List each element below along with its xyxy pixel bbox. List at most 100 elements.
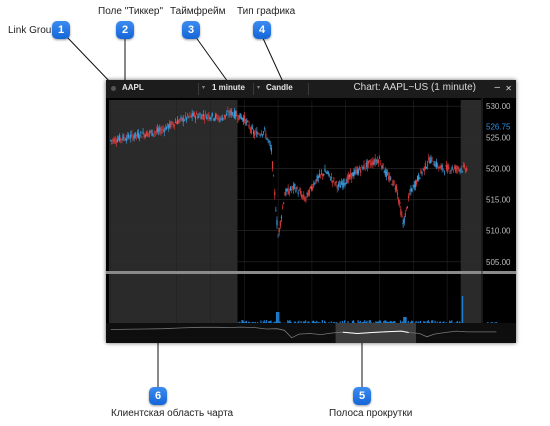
candle-body	[324, 168, 326, 172]
candle-body	[210, 117, 212, 120]
ticker-field[interactable]: AAPL	[122, 83, 144, 92]
candle-body	[220, 116, 222, 117]
candle-body	[458, 168, 460, 170]
candle-body	[408, 195, 410, 199]
candle-body	[332, 180, 334, 184]
toolbar-divider	[308, 83, 309, 95]
candle-body	[322, 173, 324, 177]
candle-body	[119, 135, 121, 142]
candle-body	[162, 129, 164, 130]
candle-body	[425, 167, 428, 169]
candle-body	[366, 161, 368, 168]
candle-body	[221, 117, 223, 121]
chart-type-chevron-icon[interactable]: ▾	[257, 84, 260, 91]
candle-body	[347, 174, 349, 180]
candle-body	[279, 221, 281, 227]
candle-body	[276, 219, 278, 226]
candle-body	[410, 188, 412, 192]
candle-body	[187, 114, 189, 117]
toolbar-divider	[198, 83, 199, 95]
candle-body	[156, 128, 159, 132]
candle-body	[164, 126, 166, 131]
candle-body	[285, 189, 287, 195]
candle-body	[170, 122, 172, 128]
candle-body	[392, 180, 394, 186]
candle-body	[317, 176, 319, 179]
candle-body	[172, 123, 174, 126]
candle-body	[291, 186, 294, 188]
candle-body	[454, 166, 457, 172]
candle-body	[354, 170, 356, 174]
candle-body	[364, 167, 366, 169]
timeframe-chevron-icon[interactable]: ▾	[202, 84, 205, 91]
candle-body	[248, 124, 250, 128]
candle-body	[373, 162, 375, 165]
candle-body	[398, 199, 400, 203]
candle-body	[404, 212, 406, 218]
candle-body	[365, 162, 367, 167]
candle-body	[384, 169, 386, 175]
candle-body	[219, 118, 221, 122]
candle-body	[127, 134, 130, 138]
candle-body	[155, 130, 158, 132]
candle-body	[437, 164, 439, 168]
candle-body	[375, 160, 377, 162]
candle-body	[374, 158, 376, 164]
candle-body	[169, 122, 171, 127]
chart-client-area[interactable]: 530.00 525.00 520.00 515.00 510.00 505.00 526.…	[106, 98, 516, 343]
candle-body	[432, 164, 434, 165]
candle-body	[267, 139, 269, 141]
candle-body	[434, 163, 437, 167]
link-group-icon[interactable]	[111, 86, 116, 91]
candle-body	[181, 117, 183, 121]
candle-body	[336, 186, 338, 189]
candle-body	[296, 186, 298, 190]
scrollbar-navigator[interactable]	[106, 323, 516, 343]
candle-body	[133, 136, 135, 139]
candle-body	[302, 194, 304, 197]
candle-body	[113, 138, 115, 143]
candle-body	[339, 185, 342, 188]
candle-body	[422, 168, 424, 170]
chart-type-selector[interactable]: Candle	[266, 83, 293, 92]
candle-body	[175, 122, 178, 124]
candle-body	[430, 157, 432, 163]
timeframe-selector[interactable]: 1 minute	[212, 83, 245, 92]
candle-body	[337, 184, 339, 187]
candle-body	[192, 112, 194, 117]
candle-body	[223, 114, 226, 118]
candle-body	[350, 172, 352, 177]
candle-body	[298, 190, 300, 191]
candle-body	[135, 134, 137, 136]
candle-body	[405, 207, 408, 209]
candle-body	[420, 169, 422, 174]
candle-body	[372, 160, 374, 166]
candle-body	[466, 167, 468, 172]
candle-body	[203, 118, 206, 120]
candle-body	[242, 117, 245, 122]
candle-body	[293, 184, 295, 190]
candle-body	[353, 171, 355, 177]
candle-body	[380, 163, 382, 165]
candle-body	[180, 116, 182, 118]
minimize-icon[interactable]: –	[494, 82, 500, 93]
candle-body	[134, 132, 136, 138]
candle-body	[171, 121, 173, 124]
candle-body	[443, 171, 445, 173]
candle-body	[245, 119, 247, 125]
candle-body	[136, 132, 139, 136]
candle-body	[289, 186, 291, 191]
candle-body	[439, 166, 441, 169]
candle-body	[319, 174, 322, 176]
candle-body	[371, 161, 373, 165]
candle-body	[177, 119, 179, 125]
candle-body	[257, 133, 259, 134]
price-tick-label: 525.00	[486, 133, 511, 142]
candle-body	[207, 114, 209, 117]
candle-body	[194, 116, 197, 119]
candle-body	[154, 131, 156, 133]
candle-body	[362, 166, 364, 171]
candle-body	[158, 129, 160, 132]
close-icon[interactable]: ✕	[505, 84, 512, 93]
candle-body	[256, 131, 258, 137]
